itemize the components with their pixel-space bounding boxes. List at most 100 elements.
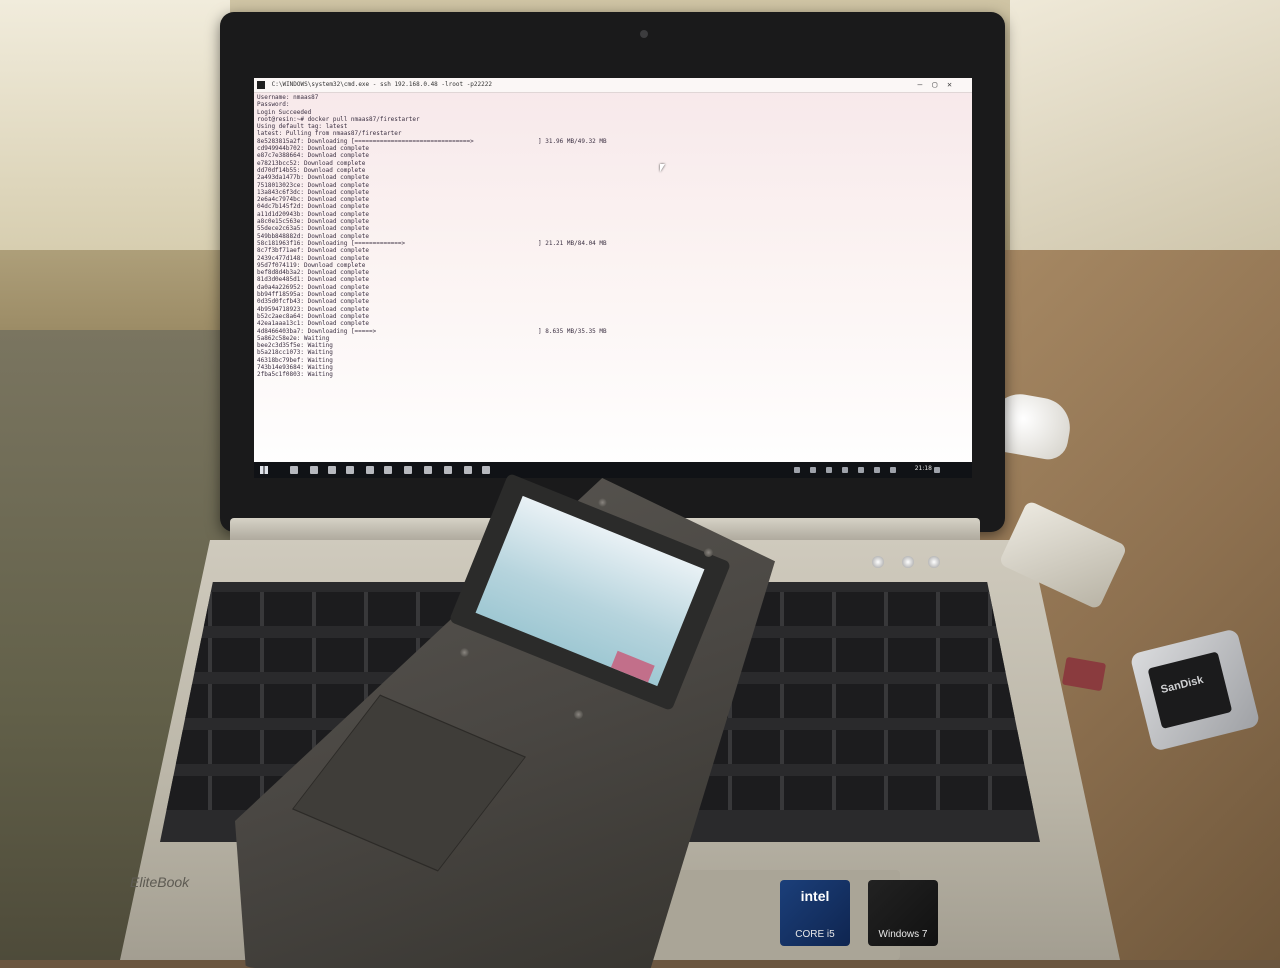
layer-line: cd949944b702: Download complete (257, 145, 957, 152)
clock[interactable]: 21:18 (915, 465, 932, 472)
tray-icon[interactable] (826, 467, 832, 473)
tray-icon[interactable] (858, 467, 864, 473)
screw (574, 710, 583, 719)
progress-readout: ] 8.635 MB/35.35 MB (538, 327, 607, 335)
layer-line: bef8d8d4b3a2: Download complete (257, 269, 957, 276)
laptop-brand: EliteBook (130, 874, 190, 890)
layer-status: Download complete (307, 188, 370, 196)
layer-line: 2a493da1477b: Download complete (257, 174, 957, 181)
shelf-right (1010, 0, 1280, 250)
layer-status: Download complete (307, 269, 370, 277)
tray-icon[interactable] (810, 467, 816, 473)
layer-status: Download complete (307, 210, 370, 218)
search-icon[interactable] (290, 466, 298, 474)
browser-icon[interactable] (328, 466, 336, 474)
mouse-cursor-icon (660, 164, 665, 172)
webcam (640, 30, 648, 38)
terminal-line: latest: Pulling from nmaas87/firestarter (257, 130, 402, 138)
layer-id: cd949944b702: (257, 145, 304, 153)
screw (598, 498, 607, 507)
layer-line: 2439c477d148: Download complete (257, 255, 957, 262)
layer-id: bb94ff18595a: (257, 291, 304, 299)
sandisk-brand: SanDisk (1159, 673, 1205, 697)
tray-icon[interactable] (842, 467, 848, 473)
layer-id: b5a218cc1073: (257, 349, 304, 357)
layer-status: Download complete (303, 159, 366, 167)
app-icon[interactable] (482, 466, 490, 474)
layer-id: 8e5283815a2f: (257, 137, 304, 145)
layer-id: 2fba5c1f0803: (257, 371, 304, 379)
app-icon[interactable] (424, 466, 432, 474)
layer-status: Download complete (307, 225, 370, 233)
window-controls[interactable]: –▢✕ (918, 78, 962, 92)
intel-logo: intel (800, 888, 830, 904)
layer-line: 58c181963f16: Downloading [=============… (257, 240, 957, 247)
indicator-light (872, 556, 884, 568)
windows-start-icon[interactable] (260, 466, 268, 474)
layer-line: a11d1d20943b: Download complete (257, 211, 957, 218)
terminal-line: Using default tag: latest (257, 123, 348, 131)
layer-line: 2e6a4c7974bc: Download complete (257, 196, 957, 203)
app-icon[interactable] (404, 466, 412, 474)
layer-status: Downloading [=====> (307, 327, 377, 335)
tray-icon[interactable] (794, 467, 800, 473)
layer-line: 743b14e93684: Waiting (257, 364, 957, 371)
folder-icon[interactable] (346, 466, 354, 474)
layer-id: bef8d8d4b3a2: (257, 269, 304, 277)
layer-line: 8c7f3bf71aef: Download complete (257, 247, 957, 254)
terminal-task-icon[interactable] (384, 466, 392, 474)
taskview-icon[interactable] (310, 466, 318, 474)
layer-id: 8c7f3bf71aef: (257, 247, 304, 255)
layer-id: 42ea1aaa13c1: (257, 320, 304, 328)
layer-id: da0a4a226952: (257, 283, 304, 291)
layer-status: Download complete (307, 276, 370, 284)
layer-status: Download complete (307, 283, 370, 291)
layer-id: 2439c477d148: (257, 254, 304, 262)
network-icon[interactable] (890, 467, 896, 473)
app-icon[interactable] (444, 466, 452, 474)
windows-sticker-text: Windows 7 (878, 929, 928, 940)
layer-id: bee2c3d35f5e: (257, 342, 304, 350)
layer-line: 0d35d0fcfb43: Download complete (257, 298, 957, 305)
terminal-icon (257, 81, 265, 89)
layer-id: dd70df14b55: (257, 166, 301, 174)
layer-line: 5a862c58e2e: Waiting (257, 335, 957, 342)
layer-id: 95d7f074119: (257, 261, 301, 269)
layer-status: Download complete (307, 181, 370, 189)
layer-line: 4b9594718923: Download complete (257, 306, 957, 313)
photo-scene: C:\WINDOWS\system32\cmd.exe - ssh 192.16… (0, 0, 1280, 968)
sandisk-label-area: SanDisk (1147, 651, 1233, 730)
indicator-light (928, 556, 940, 568)
layer-status: Download complete (307, 320, 370, 328)
cmd-titlebar[interactable]: C:\WINDOWS\system32\cmd.exe - ssh 192.16… (254, 78, 972, 93)
layer-id: e87c7e388664: (257, 152, 304, 160)
layer-id: 549bb848882d: (257, 232, 304, 240)
layer-line: e78213bcc52: Download complete (257, 160, 957, 167)
cmd-window-title: C:\WINDOWS\system32\cmd.exe - ssh 192.16… (271, 81, 492, 88)
progress-readout: ] 21.21 MB/84.04 MB (538, 240, 607, 247)
layer-id: 81d3d0e485d1: (257, 276, 304, 284)
layer-id: a8c0e15c563e: (257, 218, 304, 226)
layer-line: 4d8466403ba7: Downloading [=====> (257, 328, 957, 335)
layer-line: bb94ff18595a: Download complete (257, 291, 957, 298)
layer-status: Download complete (303, 166, 366, 174)
layer-id: e78213bcc52: (257, 159, 301, 167)
layer-id: 58c181963f16: (257, 239, 304, 247)
layer-line: dd70df14b55: Download complete (257, 167, 957, 174)
layer-line: e87c7e388664: Download complete (257, 152, 957, 159)
layer-status: Download complete (307, 232, 370, 240)
app-icon[interactable] (366, 466, 374, 474)
notification-icon[interactable] (934, 467, 940, 473)
layer-id: 7518013023ce: (257, 181, 304, 189)
layer-id: 5a862c58e2e: (257, 334, 301, 342)
app-icon[interactable] (464, 466, 472, 474)
layer-id: 0d35d0fcfb43: (257, 298, 304, 306)
layer-id: 2e6a4c7974bc: (257, 196, 304, 204)
shelf-left (0, 0, 230, 250)
layer-line: 81d3d0e485d1: Download complete (257, 276, 957, 283)
volume-icon[interactable] (874, 467, 880, 473)
layer-id: b52c2aec8a64: (257, 312, 304, 320)
layer-status: Download complete (307, 152, 370, 160)
terminal-line: Password: (257, 101, 290, 109)
layer-status: Waiting (307, 363, 333, 371)
